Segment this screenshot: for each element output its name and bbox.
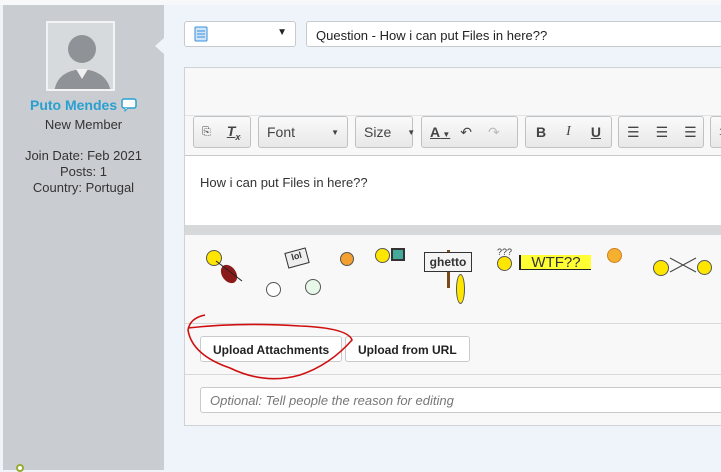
computer-icon [391,248,405,261]
chevron-down-icon: ▼ [277,27,287,38]
numbered-list-icon[interactable]: 1 [711,127,721,138]
post-count: Posts: 1 [60,164,107,179]
font-label: Font [267,124,296,140]
smiley-wtf[interactable] [497,256,512,271]
bold-button[interactable]: B [528,124,554,140]
smiley-fencing-left[interactable] [653,260,669,276]
size-label: Size [364,124,392,140]
smiley-fencing-right[interactable] [697,260,712,275]
align-left-icon[interactable]: ☰ [619,124,648,141]
source-group: ⎘ Tx [193,116,251,148]
wtf-banner: WTF?? [519,255,591,270]
italic-button[interactable]: I [558,124,579,140]
smiley-wave[interactable] [340,252,354,266]
align-center-icon[interactable]: ☰ [648,124,677,141]
smiley-ghetto[interactable]: ghetto [424,252,472,272]
user-rank: New Member [44,117,123,132]
banana-icon [456,274,465,304]
smiley-computer[interactable] [375,248,390,263]
text-color-icon[interactable]: A ▼ [422,124,452,140]
edit-reason-input[interactable]: Optional: Tell people the reason for edi… [200,387,721,413]
size-select[interactable]: Size ▼ [355,116,415,148]
country: Country: Portugal [32,180,135,195]
chevron-down-icon: ▼ [407,127,416,137]
title-input[interactable]: Question - How i can put Files in here?? [306,21,721,47]
align-right-icon[interactable]: ☰ [676,124,705,141]
username[interactable]: Puto Mendes [30,97,117,113]
chevron-down-icon: ▼ [331,127,339,137]
undo-icon[interactable]: ↶ [452,124,480,141]
message-icon[interactable] [121,98,137,113]
redo-icon[interactable]: ↷ [480,124,508,141]
sidebar-pointer [155,38,164,54]
swords-icon [669,257,697,273]
status-indicator-icon [16,464,24,472]
smiley-laugh[interactable] [305,279,321,295]
format-group: BIU [525,116,612,148]
join-date: Join Date: Feb 2021 [24,148,143,163]
username-link[interactable]: Puto Mendes [3,97,164,113]
red-annotation-circle [187,314,353,380]
source-icon[interactable]: ⎘ [194,126,219,139]
list-group[interactable]: 1 [710,116,721,148]
avatar[interactable] [46,21,115,91]
color-undo-group: A ▼ ↶ ↷ [421,116,518,148]
upload-from-url-button[interactable]: Upload from URL [345,336,470,362]
underline-button[interactable]: U [583,124,609,140]
post-icon-select[interactable]: ▼ [184,21,296,47]
editor-resize-bar[interactable] [185,225,721,235]
remove-format-icon[interactable]: Tx [219,123,249,142]
editor-body[interactable]: How i can put Files in here?? [185,155,721,225]
smiley-ball[interactable] [266,282,281,297]
align-group: ☰ ☰ ☰ [618,116,704,148]
document-icon [194,26,208,42]
font-select[interactable]: Font ▼ [258,116,348,148]
smiley-wink[interactable] [607,248,622,263]
user-sidebar: Puto Mendes New Member Join Date: Feb 20… [3,5,164,470]
violin-icon [215,260,243,284]
